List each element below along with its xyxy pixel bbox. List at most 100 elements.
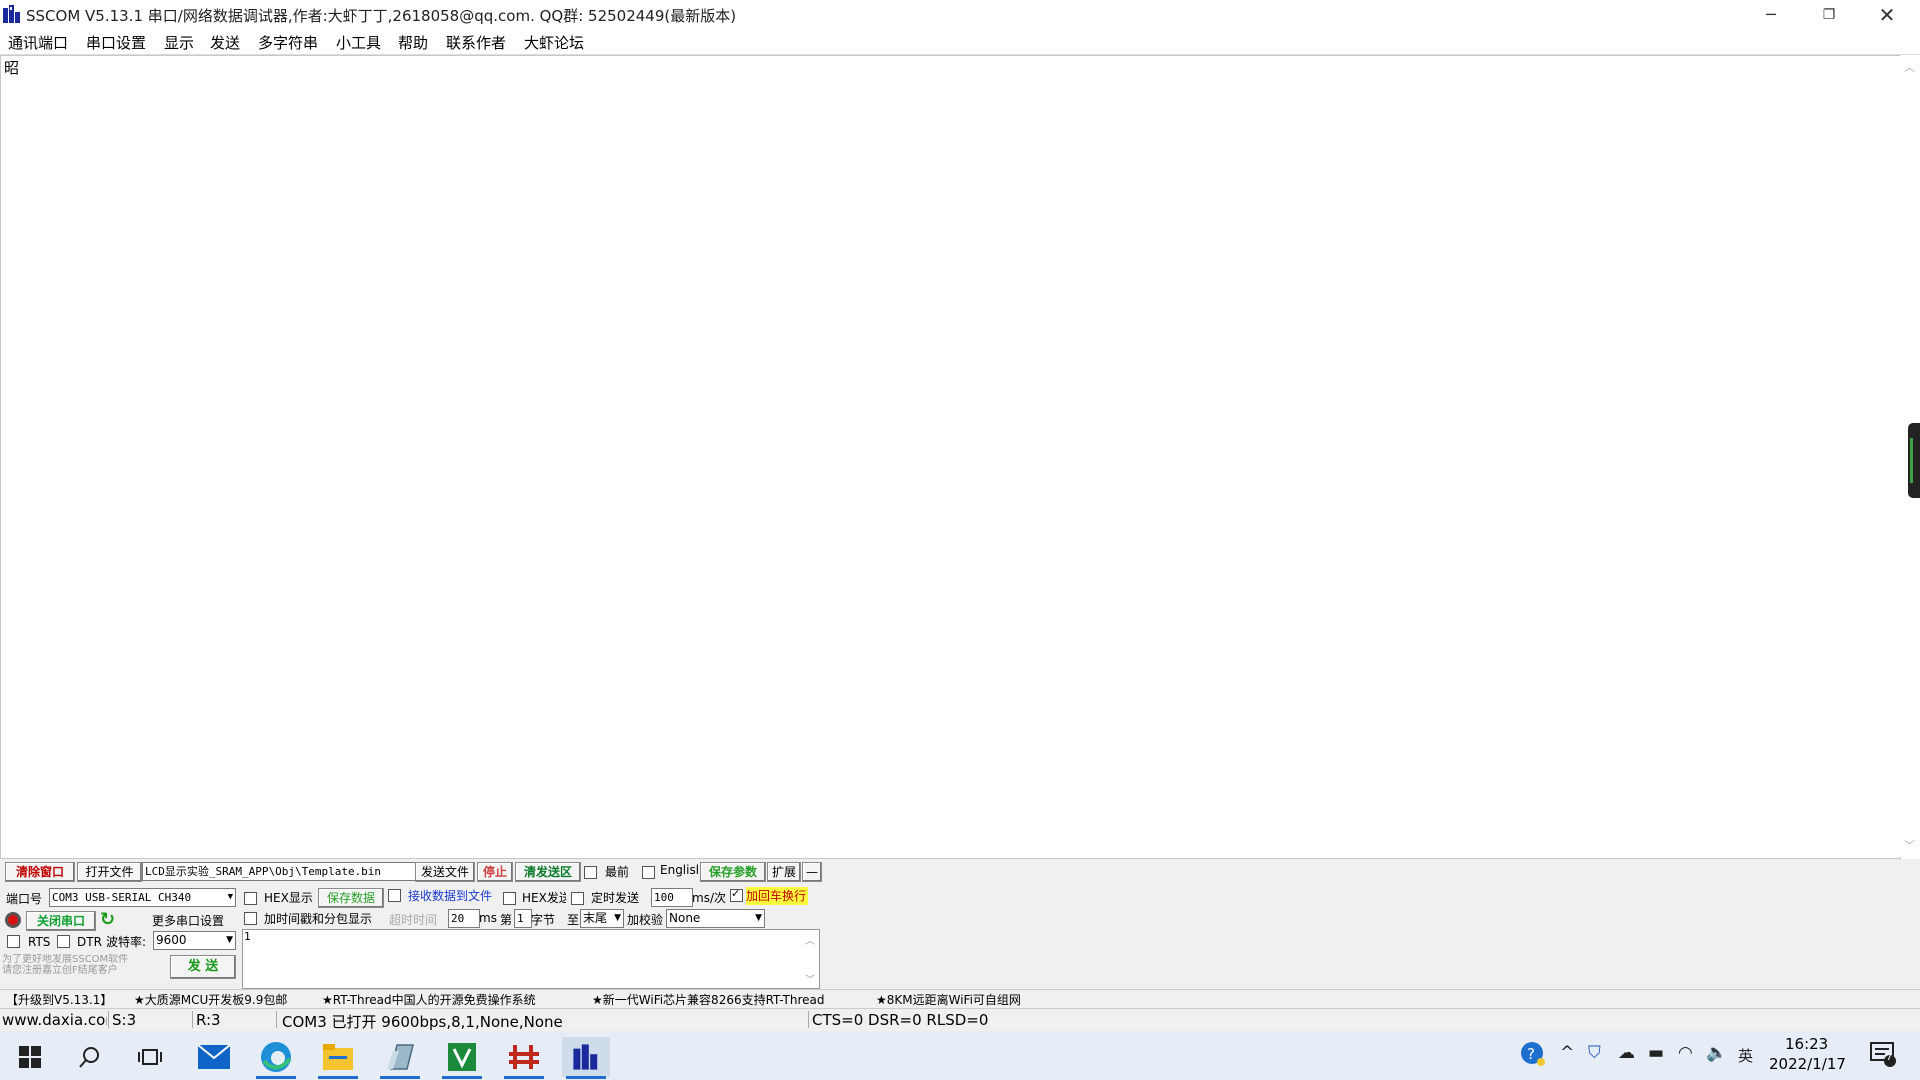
restore-button[interactable]: ❐ bbox=[1800, 0, 1858, 29]
file-explorer-button[interactable] bbox=[314, 1037, 362, 1079]
byte-index-input[interactable]: 1 bbox=[514, 909, 532, 928]
file-path-field[interactable]: LCD显示实验_SRAM_APP\Obj\Template.bin bbox=[142, 862, 416, 881]
promo-line-2: 请您注册嘉立创F结尾客户 bbox=[2, 965, 118, 976]
status-website[interactable]: www.daxia.com bbox=[2, 1011, 107, 1029]
checksum-select[interactable]: None ▼ bbox=[666, 909, 765, 928]
collapse-button[interactable]: — bbox=[802, 862, 822, 882]
menu-serial-settings[interactable]: 串口设置 bbox=[86, 32, 146, 53]
refresh-icon[interactable]: ↻ bbox=[100, 909, 115, 930]
edge-button[interactable] bbox=[252, 1037, 300, 1079]
send-input[interactable]: 1 ︿ ﹀ bbox=[242, 929, 820, 989]
send-button[interactable]: 发 送 bbox=[170, 955, 236, 979]
checksum-select-value: None bbox=[669, 911, 701, 925]
sscom-icon bbox=[573, 1044, 598, 1070]
menu-tools[interactable]: 小工具 bbox=[336, 32, 381, 53]
battery-icon[interactable]: ▬ bbox=[1648, 1043, 1664, 1063]
info-link-wifi-8km[interactable]: ★8KM远距离WiFi可自组网 bbox=[876, 991, 1021, 1008]
tail-select-value: 末尾 bbox=[583, 911, 608, 925]
menu-display[interactable]: 显示 bbox=[164, 32, 194, 53]
port-label: 端口号 bbox=[6, 892, 43, 906]
info-upgrade-link[interactable]: 【升级到V5.13.1】 bbox=[6, 991, 112, 1008]
hex-display-checkbox[interactable] bbox=[244, 892, 257, 905]
close-icon: ✕ bbox=[1878, 2, 1896, 27]
menu-comm-port[interactable]: 通讯端口 bbox=[8, 32, 68, 53]
save-params-button[interactable]: 保存参数 bbox=[700, 862, 766, 882]
control-panel: 清除窗口 打开文件 LCD显示实验_SRAM_APP\Obj\Template.… bbox=[0, 859, 1920, 989]
clock-date[interactable]: 2022/1/17 bbox=[1769, 1055, 1846, 1073]
notification-center-icon[interactable]: 7 bbox=[1870, 1041, 1896, 1072]
mail-button[interactable] bbox=[190, 1037, 238, 1077]
timeout-input[interactable]: 20 bbox=[448, 909, 480, 928]
info-bar: 【升级到V5.13.1】 ★大质源MCU开发板9.9包邮 ★RT-Thread中… bbox=[0, 989, 1920, 1008]
stop-button[interactable]: 停止 bbox=[477, 862, 513, 882]
clear-send-button[interactable]: 清发送区 bbox=[515, 862, 581, 882]
info-link-wifi-chip[interactable]: ★新一代WiFi芯片兼容8266支持RT-Thread bbox=[592, 991, 824, 1008]
english-checkbox[interactable] bbox=[642, 866, 655, 879]
close-button[interactable]: ✕ bbox=[1858, 0, 1916, 29]
clear-window-button[interactable]: 清除窗口 bbox=[5, 862, 75, 882]
timed-send-checkbox[interactable] bbox=[571, 892, 584, 905]
timestamp-checkbox[interactable] bbox=[244, 912, 257, 925]
interval-input[interactable]: 100 bbox=[651, 888, 693, 907]
menu-forum[interactable]: 大虾论坛 bbox=[524, 32, 584, 53]
send-scroll-up-icon[interactable]: ︿ bbox=[805, 932, 815, 947]
menu-help[interactable]: 帮助 bbox=[398, 32, 428, 53]
info-link-rtthread[interactable]: ★RT-Thread中国人的开源免费操作系统 bbox=[322, 991, 536, 1008]
tool-button[interactable] bbox=[500, 1037, 548, 1079]
dtr-checkbox[interactable] bbox=[57, 935, 70, 948]
menu-contact-author[interactable]: 联系作者 bbox=[446, 32, 506, 53]
task-view-button[interactable] bbox=[126, 1037, 174, 1077]
open-file-button[interactable]: 打开文件 bbox=[77, 862, 142, 882]
promo-text: 为了更好地发展SSCOM软件 请您注册嘉立创F结尾客户 bbox=[2, 954, 154, 976]
search-icon bbox=[79, 1047, 99, 1068]
tail-select[interactable]: 末尾 ▼ bbox=[580, 909, 624, 928]
send-scroll-down-icon[interactable]: ﹀ bbox=[805, 971, 815, 986]
status-received-count: R:3 bbox=[196, 1011, 221, 1029]
expand-button[interactable]: 扩展 bbox=[767, 862, 801, 882]
check-icon: ✓ bbox=[731, 887, 741, 900]
interval-unit: ms/次 bbox=[692, 891, 726, 905]
timestamp-label: 加时间戳和分包显示 bbox=[264, 912, 373, 926]
defender-icon[interactable]: ⛉ bbox=[1588, 1043, 1601, 1063]
windows-start-button[interactable] bbox=[6, 1037, 54, 1077]
baud-label: 波特率: bbox=[106, 935, 147, 949]
status-divider bbox=[192, 1011, 193, 1028]
chevron-up-icon[interactable]: ^ bbox=[1560, 1043, 1574, 1063]
app-button[interactable] bbox=[376, 1037, 424, 1079]
recv-to-file-checkbox[interactable] bbox=[388, 889, 401, 902]
add-crlf-label: 加回车换行 bbox=[746, 887, 808, 905]
hex-send-checkbox[interactable] bbox=[503, 892, 516, 905]
top-label: 最前 bbox=[605, 865, 630, 879]
wifi-icon[interactable]: ◠ bbox=[1678, 1043, 1693, 1063]
add-crlf-checkbox[interactable]: ✓ bbox=[730, 887, 743, 902]
scroll-up-icon[interactable]: ︿ bbox=[1904, 59, 1915, 75]
info-link-mcu[interactable]: ★大质源MCU开发板9.9包邮 bbox=[134, 991, 287, 1008]
more-settings-button[interactable]: 更多串口设置 bbox=[152, 912, 236, 929]
baud-select[interactable]: 9600 ▼ bbox=[153, 931, 236, 950]
cloud-icon[interactable]: ☁ bbox=[1618, 1043, 1635, 1063]
ime-indicator[interactable]: 英 bbox=[1738, 1045, 1753, 1066]
vim-button[interactable] bbox=[438, 1037, 486, 1079]
search-button[interactable] bbox=[66, 1037, 114, 1077]
minimize-button[interactable]: ─ bbox=[1742, 0, 1800, 29]
close-port-button[interactable]: 关闭串口 bbox=[26, 911, 96, 931]
save-data-button[interactable]: 保存数据 bbox=[318, 888, 384, 908]
minimize-icon: ─ bbox=[1766, 5, 1776, 24]
edge-active-indicator bbox=[256, 1076, 296, 1079]
help-tray-icon[interactable]: ? bbox=[1520, 1041, 1546, 1072]
volume-icon[interactable]: 🔈 bbox=[1706, 1043, 1727, 1063]
menu-send[interactable]: 发送 bbox=[210, 32, 240, 53]
send-file-button[interactable]: 发送文件 bbox=[415, 862, 475, 882]
top-checkbox[interactable] bbox=[584, 866, 597, 879]
to-label: 至 bbox=[567, 913, 580, 927]
sscom-button[interactable] bbox=[562, 1037, 610, 1079]
checksum-label: 加校验 bbox=[627, 913, 664, 927]
receive-area[interactable]: 昭 bbox=[0, 55, 1901, 859]
scroll-down-icon[interactable]: ﹀ bbox=[1904, 837, 1915, 853]
clock-time[interactable]: 16:23 bbox=[1785, 1035, 1828, 1053]
port-select[interactable]: COM3 USB-SERIAL CH340 ▼ bbox=[49, 888, 236, 907]
byte-label: 字节 bbox=[531, 913, 556, 927]
chevron-down-icon: ▼ bbox=[755, 913, 762, 923]
menu-multi-string[interactable]: 多字符串 bbox=[258, 32, 318, 53]
rts-checkbox[interactable] bbox=[7, 935, 20, 948]
